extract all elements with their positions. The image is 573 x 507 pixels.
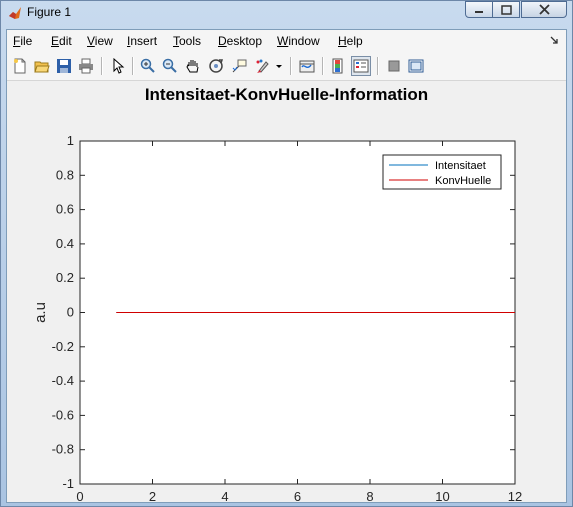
menu-window[interactable]: Window	[277, 34, 320, 48]
menu-file[interactable]: File	[13, 34, 32, 48]
brush-icon	[256, 59, 269, 73]
brush-dropdown-button[interactable]	[273, 56, 285, 76]
toolbar-separator	[101, 57, 103, 75]
dock-arrow-icon[interactable]	[550, 35, 560, 45]
figure-canvas[interactable]: Intensitaet-KonvHuelle-Information 02468…	[7, 81, 566, 502]
zoom-out-button[interactable]	[160, 56, 180, 76]
toolbar-separator	[132, 57, 134, 75]
rotate-3d-button[interactable]	[206, 56, 226, 76]
x-tick-label: 10	[435, 489, 449, 502]
new-figure-icon	[14, 58, 26, 74]
zoom-in-button[interactable]	[138, 56, 158, 76]
title-bar[interactable]: Figure 1	[1, 1, 572, 25]
brush-dropdown-icon	[276, 65, 282, 68]
x-tick-label: 8	[366, 489, 373, 502]
zoom-out-icon	[162, 58, 177, 73]
hide-plot-tools-icon	[388, 60, 400, 72]
y-tick-label: -0.6	[52, 407, 74, 422]
legend-label: Intensitaet	[435, 160, 486, 172]
y-tick-label: -0.8	[52, 442, 74, 457]
print-icon	[79, 58, 93, 74]
toolbar-separator	[377, 57, 379, 75]
toolbar-separator	[322, 57, 324, 75]
open-file-icon	[34, 61, 50, 73]
pan-button[interactable]	[183, 56, 203, 76]
maximize-icon	[500, 4, 512, 15]
y-tick-label: 0.6	[56, 202, 74, 217]
x-tick-label: 2	[149, 489, 156, 502]
y-tick-label: 0	[67, 305, 74, 320]
data-cursor-icon	[232, 59, 247, 73]
insert-legend-button[interactable]	[351, 56, 371, 76]
menu-edit[interactable]: Edit	[51, 34, 72, 48]
figure-window: Figure 1 File Edit View Insert Tools Des…	[0, 0, 573, 507]
close-icon	[538, 4, 550, 15]
zoom-in-icon	[140, 58, 155, 73]
rotate-3d-icon	[209, 59, 224, 73]
new-figure-button[interactable]	[10, 56, 30, 76]
x-tick-label: 0	[76, 489, 83, 502]
link-plot-icon	[299, 60, 315, 73]
matlab-icon	[9, 7, 21, 19]
y-tick-label: 1	[67, 133, 74, 148]
y-tick-label: -0.4	[52, 373, 74, 388]
y-tick-label: 0.4	[56, 236, 74, 251]
y-tick-label: -0.2	[52, 339, 74, 354]
menu-help[interactable]: Help	[338, 34, 363, 48]
maximize-button[interactable]	[492, 1, 520, 18]
minimize-icon	[475, 10, 483, 13]
window-title: Figure 1	[27, 5, 72, 19]
open-file-button[interactable]	[32, 56, 52, 76]
menu-insert[interactable]: Insert	[127, 34, 157, 48]
brush-button[interactable]	[253, 56, 273, 76]
hide-plot-tools-button[interactable]	[384, 56, 404, 76]
legend-icon	[353, 59, 369, 73]
minimize-button[interactable]	[465, 1, 493, 18]
x-tick-label: 4	[221, 489, 228, 502]
save-button[interactable]	[54, 56, 74, 76]
y-tick-label: 0.2	[56, 270, 74, 285]
show-plot-tools-icon	[408, 59, 424, 73]
data-cursor-button[interactable]	[229, 56, 249, 76]
y-tick-label: -1	[62, 476, 74, 491]
figure-toolbar	[7, 52, 566, 81]
pan-hand-icon	[186, 60, 199, 73]
y-tick-label: 0.8	[56, 167, 74, 182]
print-button[interactable]	[76, 56, 96, 76]
x-tick-label: 6	[294, 489, 301, 502]
colorbar-icon	[332, 58, 343, 74]
legend-label: KonvHuelle	[435, 175, 491, 187]
x-tick-label: 12	[508, 489, 522, 502]
edit-plot-button[interactable]	[108, 56, 128, 76]
toolbar-separator	[290, 57, 292, 75]
y-axis-label: a.u	[32, 302, 49, 323]
close-button[interactable]	[521, 1, 567, 18]
menu-view[interactable]: View	[87, 34, 113, 48]
chart-plot[interactable]: 0 2 4 6 8 10 12 -1 -0.8 -0.6 -0.4 -0.2 0 0.2 0.4 0.6 0.8…	[7, 81, 566, 502]
link-plot-button[interactable]	[297, 56, 317, 76]
figure-client-area: File Edit View Insert Tools Desktop Wind…	[6, 29, 567, 503]
select-arrow-icon	[113, 58, 125, 74]
show-plot-tools-button[interactable]	[406, 56, 426, 76]
save-icon	[57, 59, 71, 73]
insert-colorbar-button[interactable]	[328, 56, 348, 76]
menu-tools[interactable]: Tools	[173, 34, 201, 48]
menu-desktop[interactable]: Desktop	[218, 34, 262, 48]
menu-bar: File Edit View Insert Tools Desktop Wind…	[7, 30, 566, 52]
